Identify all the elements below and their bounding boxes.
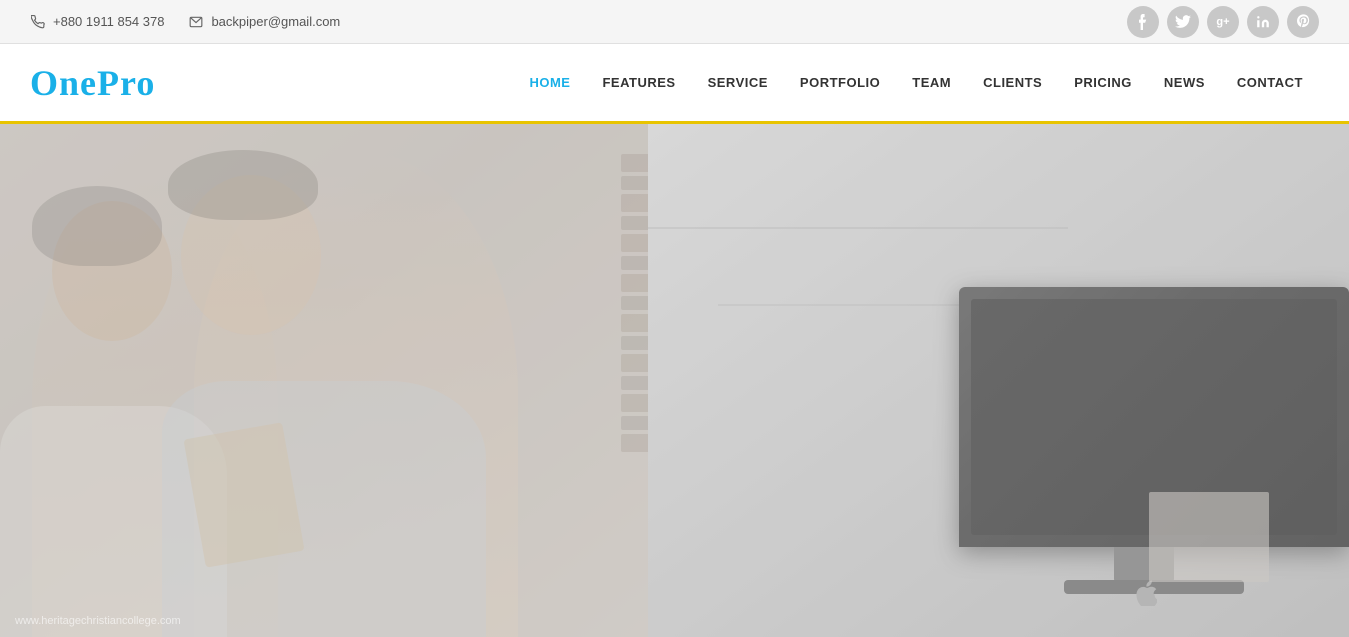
social-icons-group: g+ — [1127, 6, 1319, 38]
header: OnePro HOME FEATURES SERVICE PORTFOLIO T… — [0, 44, 1349, 124]
pinterest-icon[interactable] — [1287, 6, 1319, 38]
nav-service[interactable]: SERVICE — [692, 65, 784, 100]
email-item: backpiper@gmail.com — [188, 14, 340, 30]
top-bar-left: +880 1911 854 378 backpiper@gmail.com — [30, 14, 340, 30]
watermark: www.heritagechristiancollege.com — [15, 615, 181, 627]
facebook-icon[interactable] — [1127, 6, 1159, 38]
top-bar: +880 1911 854 378 backpiper@gmail.com — [0, 0, 1349, 44]
google-plus-icon[interactable]: g+ — [1207, 6, 1239, 38]
phone-item: +880 1911 854 378 — [30, 14, 164, 30]
nav-contact[interactable]: CONTACT — [1221, 65, 1319, 100]
nav-clients[interactable]: CLIENTS — [967, 65, 1058, 100]
linkedin-icon[interactable] — [1247, 6, 1279, 38]
email-address: backpiper@gmail.com — [211, 14, 340, 29]
phone-icon — [30, 14, 46, 30]
hero-overlay — [0, 124, 1349, 637]
email-icon — [188, 14, 204, 30]
nav-team[interactable]: TEAM — [896, 65, 967, 100]
nav-pricing[interactable]: PRICING — [1058, 65, 1148, 100]
twitter-icon[interactable] — [1167, 6, 1199, 38]
nav-home[interactable]: HOME — [513, 65, 586, 100]
nav-news[interactable]: NEWS — [1148, 65, 1221, 100]
nav-features[interactable]: FEATURES — [586, 65, 691, 100]
phone-number: +880 1911 854 378 — [53, 14, 164, 29]
main-nav: HOME FEATURES SERVICE PORTFOLIO TEAM CLI… — [513, 65, 1319, 100]
logo[interactable]: OnePro — [30, 62, 155, 104]
hero-section: www.heritagechristiancollege.com — [0, 124, 1349, 637]
nav-portfolio[interactable]: PORTFOLIO — [784, 65, 896, 100]
